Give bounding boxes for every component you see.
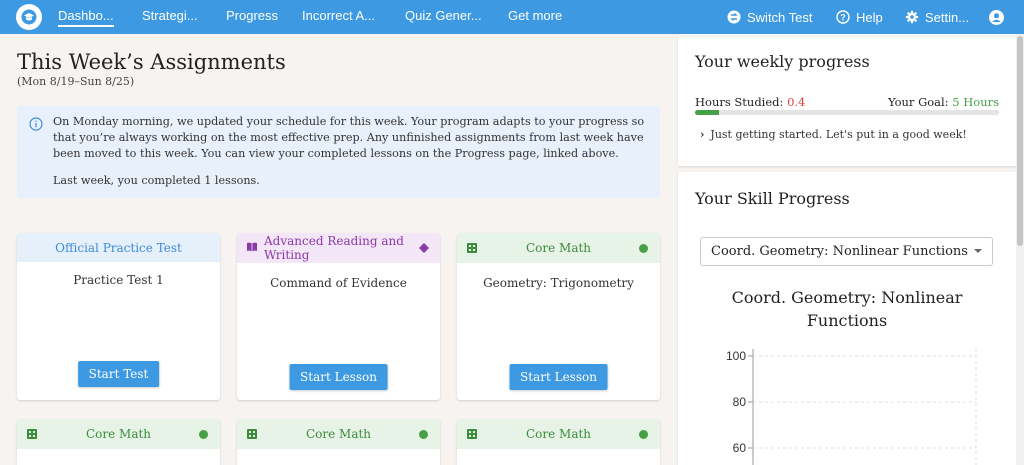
notice-text: On Monday morning, we updated your sched…: [53, 115, 645, 160]
calculator-icon: [467, 243, 477, 253]
status-dot-icon: [639, 430, 648, 439]
nav-progress[interactable]: Progress: [226, 0, 278, 34]
last-week-summary: Last week, you completed 1 lessons.: [53, 174, 260, 187]
card-title: Command of Evidence: [270, 276, 407, 290]
progress-message: Just getting started. Let's put in a goo…: [710, 128, 967, 141]
skill-progress-chart: 100 80 60: [726, 349, 977, 465]
card-category-header: Core Math: [457, 233, 660, 263]
hours-studied: Hours Studied: 0.4: [695, 95, 805, 109]
nav-get-more[interactable]: Get more: [508, 0, 562, 34]
switch-test-button[interactable]: Switch Test: [727, 0, 813, 34]
card-category-header: Core Math: [457, 419, 660, 449]
info-icon: [29, 117, 43, 131]
assignment-card-core-math: Core Math Geometry: Trigonometry Start L…: [457, 233, 660, 400]
scrollbar-thumb[interactable]: [1017, 36, 1023, 246]
card-category: Advanced Reading and Writing: [264, 234, 404, 262]
card-category: Core Math: [305, 427, 372, 441]
nav-strategies[interactable]: Strategi...: [142, 0, 198, 34]
assignment-card-advanced-rw: Advanced Reading and Writing Command of …: [237, 233, 440, 400]
progress-message-toggle[interactable]: › Just getting started. Let's put in a go…: [700, 128, 967, 141]
diamond-icon: [419, 243, 429, 253]
account-button[interactable]: [989, 0, 1010, 34]
skill-dropdown-value: Coord. Geometry: Nonlinear Functions: [711, 244, 968, 259]
card-category-header: Core Math: [237, 419, 440, 449]
start-lesson-button[interactable]: Start Lesson: [509, 364, 608, 390]
weekly-progress-title: Your weekly progress: [695, 52, 870, 71]
weekly-progress-bar: [695, 110, 999, 115]
switch-icon: [727, 10, 741, 24]
assignment-card-core-math: Core Math: [17, 419, 220, 465]
weekly-goal: Your Goal: 5 Hours: [888, 95, 999, 109]
help-button[interactable]: ? Help: [836, 0, 883, 34]
assignment-card-core-math: Core Math: [237, 419, 440, 465]
y-tick-label: 60: [733, 441, 747, 455]
calculator-icon: [467, 429, 477, 439]
skill-dropdown[interactable]: Coord. Geometry: Nonlinear Functions: [700, 237, 993, 266]
page-title: This Week’s Assignments: [17, 50, 286, 74]
start-lesson-button[interactable]: Start Lesson: [289, 364, 388, 390]
assignments-section: This Week’s Assignments (Mon 8/19–Sun 8/…: [0, 34, 676, 465]
chevron-right-icon: ›: [700, 128, 705, 141]
card-category: Core Math: [525, 427, 592, 441]
dropdown-caret-icon: [974, 249, 982, 253]
calculator-icon: [27, 429, 37, 439]
card-title: Practice Test 1: [73, 273, 164, 287]
svg-text:?: ?: [840, 13, 846, 23]
schedule-notice: On Monday morning, we updated your sched…: [17, 106, 660, 198]
y-tick-label: 80: [733, 395, 747, 409]
status-dot-icon: [199, 430, 208, 439]
nav-quiz-generator[interactable]: Quiz Gener...: [405, 0, 482, 34]
date-range: (Mon 8/19–Sun 8/25): [17, 75, 135, 88]
calculator-icon: [247, 429, 257, 439]
settings-label: Settin...: [925, 9, 970, 25]
card-category-header: Advanced Reading and Writing: [237, 233, 440, 263]
status-dot-icon: [639, 244, 648, 253]
graduation-cap-icon: [21, 9, 37, 25]
switch-test-label: Switch Test: [747, 9, 813, 25]
help-icon: ?: [836, 10, 850, 24]
weekly-progress-fill: [695, 110, 720, 115]
card-category: Core Math: [525, 241, 592, 255]
card-title: Geometry: Trigonometry: [483, 276, 634, 290]
page-scrollbar[interactable]: [1016, 34, 1024, 465]
weekly-goal-value: 5 Hours: [952, 95, 999, 109]
hours-studied-value: 0.4: [787, 95, 806, 109]
skill-progress-title: Your Skill Progress: [695, 189, 850, 208]
settings-button[interactable]: Settin...: [905, 0, 969, 34]
user-avatar-icon: [989, 9, 1004, 25]
card-category: Official Practice Test: [17, 233, 220, 262]
card-category-header: Core Math: [17, 419, 220, 449]
weekly-progress-panel: Your weekly progress Hours Studied: 0.4 …: [678, 37, 1016, 166]
gear-icon: [905, 10, 919, 24]
status-dot-icon: [419, 430, 428, 439]
nav-incorrect-answers[interactable]: Incorrect A...: [302, 0, 375, 34]
hours-studied-label: Hours Studied:: [695, 95, 784, 109]
nav-dashboard[interactable]: Dashbo...: [58, 0, 114, 34]
top-nav-bar: Dashbo... Strategi... Progress Incorrect…: [0, 0, 1024, 34]
start-test-button[interactable]: Start Test: [77, 361, 160, 387]
help-label: Help: [856, 9, 883, 25]
y-tick-label: 100: [726, 349, 746, 363]
assignment-card-official-test: Official Practice Test Practice Test 1 S…: [17, 233, 220, 400]
assignment-card-core-math: Core Math: [457, 419, 660, 465]
book-icon: [247, 242, 257, 252]
skill-progress-panel: Your Skill Progress Coord. Geometry: Non…: [678, 172, 1016, 465]
app-logo[interactable]: [16, 4, 42, 30]
weekly-goal-label: Your Goal:: [888, 95, 949, 109]
card-category: Core Math: [85, 427, 152, 441]
skill-chart-title: Coord. Geometry: Nonlinear Functions: [731, 288, 963, 330]
